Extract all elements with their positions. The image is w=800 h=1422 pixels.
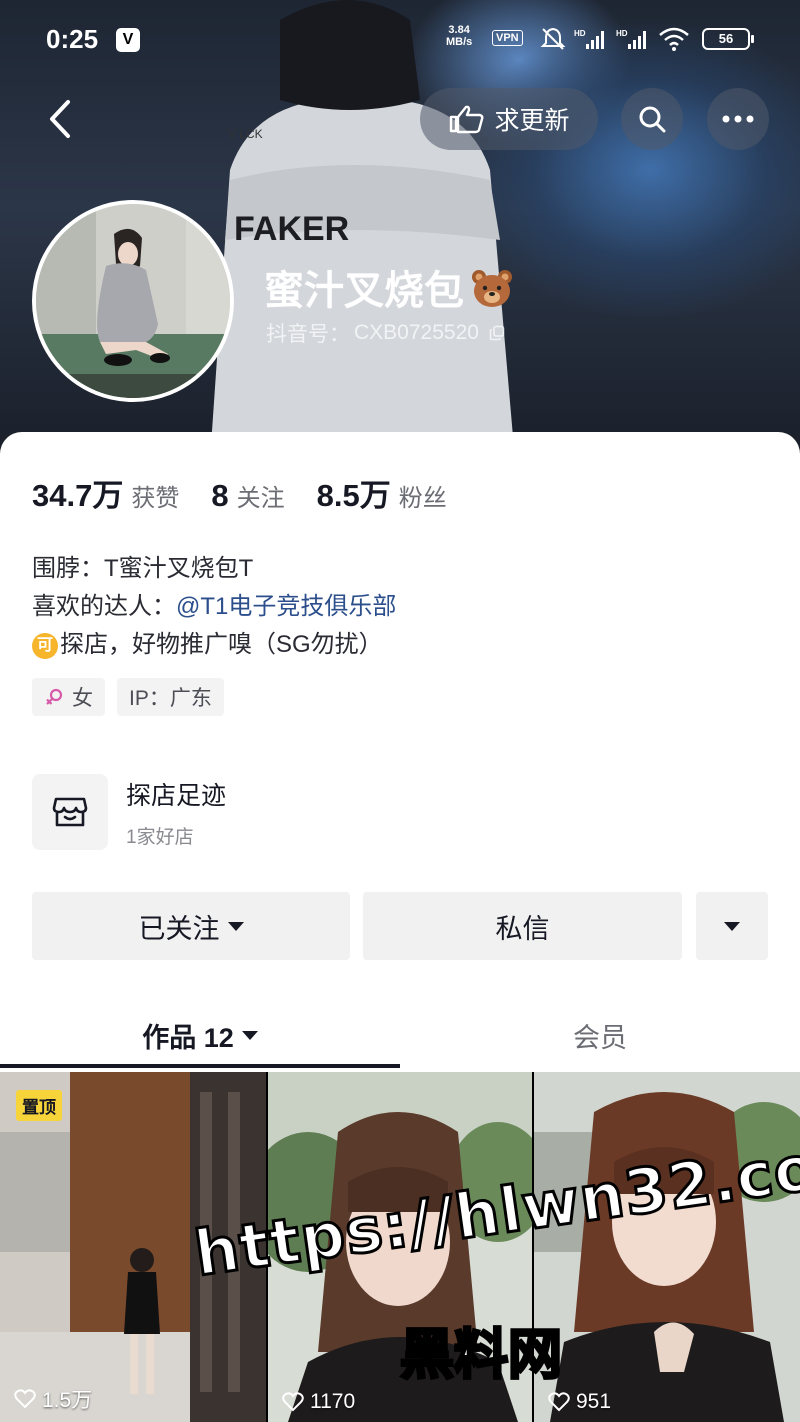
content-tabs: 作品 12 会员: [0, 1002, 800, 1068]
mute-bell-icon: [540, 27, 566, 50]
more-options-button[interactable]: [707, 88, 769, 150]
bio-badge-icon: 可: [32, 633, 58, 659]
message-button[interactable]: 私信: [363, 892, 682, 960]
like-count-value: 1.5万: [42, 1389, 93, 1412]
stat-likes[interactable]: 34.7万 获赞: [32, 470, 179, 515]
network-speed-value: 3.84: [448, 24, 470, 36]
profile-actions: 已关注 私信: [32, 892, 768, 960]
profile-id: 抖音号： CXB0725520: [266, 318, 505, 348]
shop-title: 探店足迹: [126, 781, 227, 810]
active-tab-indicator: [0, 1064, 400, 1068]
heart-outline-icon: [282, 1392, 304, 1412]
shop-icon-container: [32, 774, 108, 850]
like-count: 951: [548, 1390, 611, 1414]
followed-button-label: 已关注: [138, 913, 220, 944]
pointing-hand-icon: [450, 105, 484, 134]
svg-text:FAKER: FAKER: [234, 210, 349, 248]
like-count: 1.5万: [14, 1384, 92, 1414]
pinned-badge: 置顶: [16, 1090, 62, 1121]
network-speed: 3.84 MB/s: [446, 24, 472, 48]
back-button[interactable]: [40, 94, 84, 144]
bear-emoji-icon: [472, 270, 512, 307]
stat-followers[interactable]: 8.5万 粉丝: [317, 470, 447, 515]
like-count: 1170: [282, 1390, 355, 1414]
request-update-button[interactable]: 求更新: [420, 88, 598, 150]
video-thumbnail[interactable]: 951: [534, 1072, 800, 1422]
ip-location-label: IP：广东: [129, 687, 212, 710]
ip-location-tag: IP：广东: [117, 678, 224, 716]
battery-indicator: 56: [702, 28, 754, 50]
message-button-label: 私信: [495, 913, 550, 944]
more-dots-icon: [722, 115, 754, 123]
female-icon: [46, 688, 63, 705]
avatar-photo: [36, 204, 230, 398]
video-cover-image: [0, 1072, 266, 1422]
avatar[interactable]: [32, 200, 234, 402]
stat-followers-value: 8.5万: [316, 478, 391, 513]
tab-works[interactable]: 作品 12: [0, 1002, 400, 1068]
copy-icon[interactable]: [489, 325, 505, 341]
svg-text:HD: HD: [616, 29, 628, 38]
profile-id-label: 抖音号：: [266, 323, 350, 346]
like-count-value: 1170: [310, 1390, 356, 1413]
video-grid: 置顶 1.5万 1170 951: [0, 1072, 800, 1422]
stat-following-label: 关注: [236, 485, 285, 512]
video-thumbnail[interactable]: 置顶 1.5万: [0, 1072, 266, 1422]
profile-id-value: CXB0725520: [354, 321, 479, 344]
bio-favorites-prefix: 喜欢的达人：: [32, 593, 176, 620]
profile-name-text: 蜜汁叉烧包: [264, 269, 464, 313]
profile-tags: 女 IP：广东: [32, 678, 224, 716]
shop-subtitle: 1家好店: [126, 826, 194, 848]
vpn-indicator: VPN: [492, 30, 523, 46]
tab-members[interactable]: 会员: [400, 1002, 800, 1068]
gender-tag: 女: [32, 678, 105, 716]
network-speed-unit: MB/s: [446, 36, 473, 48]
followed-button[interactable]: 已关注: [32, 892, 350, 960]
request-update-label: 求更新: [494, 107, 570, 135]
status-bar: 0:25 V 3.84 MB/s VPN HD HD 56: [0, 0, 800, 80]
gender-tag-label: 女: [72, 687, 93, 710]
search-button[interactable]: [621, 88, 683, 150]
bio-description-text: 探店，好物推广嗅（SG勿扰）: [60, 631, 383, 658]
svg-text:V LCK: V LCK: [228, 127, 263, 141]
heart-outline-icon: [14, 1389, 36, 1409]
shop-text: 探店足迹 1家好店: [126, 776, 226, 849]
video-cover-image: [534, 1072, 800, 1422]
recommend-dropdown-button[interactable]: [696, 892, 768, 960]
shop-visits-entry[interactable]: 探店足迹 1家好店: [32, 774, 226, 850]
caret-down-icon: [724, 921, 740, 931]
caret-down-icon: [241, 1030, 258, 1040]
signal-icon-sim1: HD: [574, 29, 604, 49]
status-time: 0:25: [46, 24, 99, 54]
like-count-value: 951: [576, 1390, 612, 1413]
profile-stats: 34.7万 获赞 8 关注 8.5万 粉丝: [32, 470, 479, 515]
chevron-left-icon: [50, 100, 70, 138]
caret-down-icon: [227, 921, 244, 931]
notification-app-icon: V: [116, 28, 140, 52]
video-cover-image: [268, 1072, 532, 1422]
bio-line-weibo: 围脖：T蜜汁叉烧包T: [32, 555, 254, 582]
heart-outline-icon: [548, 1392, 570, 1412]
stat-following[interactable]: 8 关注: [211, 478, 284, 514]
stat-likes-value: 34.7万: [32, 478, 124, 513]
video-thumbnail[interactable]: 1170: [268, 1072, 532, 1422]
wifi-icon: [659, 27, 689, 51]
storefront-icon: [52, 797, 88, 827]
signal-icon-sim2: HD: [616, 29, 646, 49]
stat-following-value: 8: [211, 478, 229, 513]
stat-followers-label: 粉丝: [398, 485, 447, 512]
tab-members-label: 会员: [573, 1022, 627, 1053]
search-icon: [639, 106, 666, 133]
bio-line-description: 可探店，好物推广嗅（SG勿扰）: [32, 626, 396, 664]
tab-works-label: 作品 12: [142, 1022, 234, 1053]
stat-likes-label: 获赞: [131, 485, 180, 512]
profile-bio: 围脖：T蜜汁叉烧包T 喜欢的达人：@T1电子竞技俱乐部 可探店，好物推广嗅（SG…: [32, 550, 396, 664]
svg-text:HD: HD: [574, 29, 586, 38]
profile-name: 蜜汁叉烧包: [264, 258, 514, 316]
bio-line-favorites: 喜欢的达人：@T1电子竞技俱乐部: [32, 588, 396, 626]
bio-mention-link[interactable]: @T1电子竞技俱乐部: [176, 593, 396, 620]
